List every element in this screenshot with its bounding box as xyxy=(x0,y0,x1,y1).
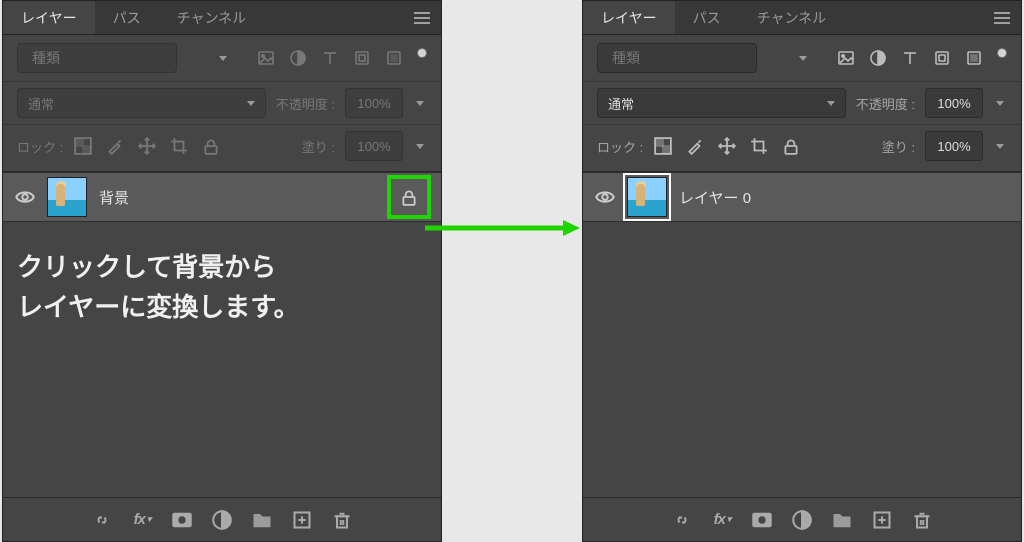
filter-toggle-icon[interactable] xyxy=(997,48,1007,58)
fill-caret-icon[interactable] xyxy=(993,131,1007,161)
lock-artboard-icon[interactable] xyxy=(749,136,769,156)
lock-all-icon[interactable] xyxy=(201,136,221,156)
tab-layers[interactable]: レイヤー xyxy=(583,1,675,34)
tab-paths[interactable]: パス xyxy=(95,1,159,34)
fill-value[interactable]: 100% xyxy=(925,131,983,161)
blend-mode-select[interactable]: 通常 xyxy=(597,88,846,118)
opacity-caret-icon[interactable] xyxy=(993,88,1007,118)
dropdown-caret-icon xyxy=(827,101,835,106)
filter-shape-icon[interactable] xyxy=(933,49,951,67)
background-lock-icon[interactable] xyxy=(389,177,429,217)
lock-all-icon[interactable] xyxy=(781,136,801,156)
lock-label: ロック : xyxy=(17,137,63,156)
dropdown-caret-icon xyxy=(247,101,255,106)
visibility-toggle-icon[interactable] xyxy=(15,187,35,207)
locks-row: ロック : 塗り : 100% xyxy=(583,124,1021,171)
new-layer-icon[interactable] xyxy=(291,509,313,531)
lock-artboard-icon[interactable] xyxy=(169,136,189,156)
layer-thumbnail[interactable] xyxy=(47,177,87,217)
panel-footer: fx▾ xyxy=(583,497,1021,541)
filter-row xyxy=(583,35,1021,81)
link-layers-icon[interactable] xyxy=(671,509,693,531)
panel-tabs: レイヤー パス チャンネル xyxy=(583,1,1021,35)
filter-pixel-icon[interactable] xyxy=(837,49,855,67)
filter-toggle-icon[interactable] xyxy=(417,48,427,58)
link-layers-icon[interactable] xyxy=(91,509,113,531)
opacity-caret-icon[interactable] xyxy=(413,88,427,118)
layers-list: 背景 クリックして背景から レイヤーに変換します。 xyxy=(3,171,441,497)
layer-name-label[interactable]: レイヤー 0 xyxy=(679,187,751,208)
dropdown-caret-icon xyxy=(799,56,807,61)
panel-tabs: レイヤー パス チャンネル xyxy=(3,1,441,35)
tab-paths[interactable]: パス xyxy=(675,1,739,34)
filter-adjust-icon[interactable] xyxy=(869,49,887,67)
opacity-label: 不透明度 : xyxy=(276,94,335,113)
lock-label: ロック : xyxy=(597,137,643,156)
filter-shape-icon[interactable] xyxy=(353,49,371,67)
blend-mode-value: 通常 xyxy=(28,94,54,113)
delete-layer-icon[interactable] xyxy=(911,509,933,531)
group-icon[interactable] xyxy=(251,509,273,531)
instruction-text: クリックして背景から レイヤーに変換します。 xyxy=(17,247,427,328)
layers-list: レイヤー 0 xyxy=(583,171,1021,497)
adjustment-layer-icon[interactable] xyxy=(791,509,813,531)
filter-pixel-icon[interactable] xyxy=(257,49,275,67)
visibility-toggle-icon[interactable] xyxy=(595,187,615,207)
lock-position-icon[interactable] xyxy=(717,136,737,156)
arrow-icon xyxy=(425,218,580,238)
filter-smart-icon[interactable] xyxy=(385,49,403,67)
panel-menu-icon[interactable] xyxy=(983,1,1021,34)
blend-row: 通常 不透明度 : 100% xyxy=(583,81,1021,124)
layer-mask-icon[interactable] xyxy=(751,509,773,531)
opacity-value[interactable]: 100% xyxy=(345,88,403,118)
layer-style-icon[interactable]: fx▾ xyxy=(131,509,153,531)
locks-row: ロック : 塗り : 100% xyxy=(3,124,441,171)
opacity-value[interactable]: 100% xyxy=(925,88,983,118)
layer-filter-select[interactable] xyxy=(17,43,177,73)
fill-label: 塗り : xyxy=(882,137,915,156)
layers-panel-after: レイヤー パス チャンネル 通常 不透明度 : 100% ロック : xyxy=(582,0,1022,542)
adjustment-layer-icon[interactable] xyxy=(211,509,233,531)
lock-pixels-icon[interactable] xyxy=(685,136,705,156)
panel-menu-icon[interactable] xyxy=(403,1,441,34)
layers-panel-before: レイヤー パス チャンネル 通常 不透明度 : 100% ロック : xyxy=(2,0,442,542)
layer-style-icon[interactable]: fx▾ xyxy=(711,509,733,531)
lock-position-icon[interactable] xyxy=(137,136,157,156)
lock-transparency-icon[interactable] xyxy=(653,136,673,156)
layer-mask-icon[interactable] xyxy=(171,509,193,531)
delete-layer-icon[interactable] xyxy=(331,509,353,531)
layer-row-0[interactable]: レイヤー 0 xyxy=(583,172,1021,222)
fill-value[interactable]: 100% xyxy=(345,131,403,161)
tab-channels[interactable]: チャンネル xyxy=(159,1,265,34)
tab-layers[interactable]: レイヤー xyxy=(3,1,95,34)
fill-label: 塗り : xyxy=(302,137,335,156)
layer-filter-select[interactable] xyxy=(597,43,757,73)
opacity-label: 不透明度 : xyxy=(856,94,915,113)
layer-row-background[interactable]: 背景 xyxy=(3,172,441,222)
filter-input[interactable] xyxy=(612,50,793,66)
filter-smart-icon[interactable] xyxy=(965,49,983,67)
lock-pixels-icon[interactable] xyxy=(105,136,125,156)
layer-name-label[interactable]: 背景 xyxy=(99,187,129,208)
filter-text-icon[interactable] xyxy=(321,49,339,67)
filter-adjust-icon[interactable] xyxy=(289,49,307,67)
panel-footer: fx▾ xyxy=(3,497,441,541)
group-icon[interactable] xyxy=(831,509,853,531)
fill-caret-icon[interactable] xyxy=(413,131,427,161)
tab-channels[interactable]: チャンネル xyxy=(739,1,845,34)
lock-transparency-icon[interactable] xyxy=(73,136,93,156)
blend-row: 通常 不透明度 : 100% xyxy=(3,81,441,124)
new-layer-icon[interactable] xyxy=(871,509,893,531)
dropdown-caret-icon xyxy=(219,56,227,61)
filter-row xyxy=(3,35,441,81)
blend-mode-value: 通常 xyxy=(608,94,634,113)
layer-thumbnail[interactable] xyxy=(627,177,667,217)
blend-mode-select[interactable]: 通常 xyxy=(17,88,266,118)
filter-input[interactable] xyxy=(32,50,213,66)
filter-text-icon[interactable] xyxy=(901,49,919,67)
